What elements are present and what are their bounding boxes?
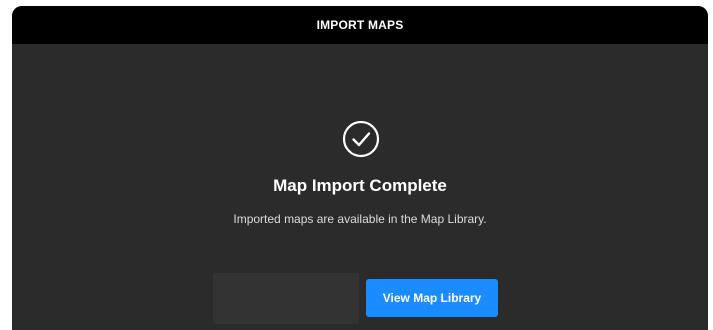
- view-map-library-button[interactable]: View Map Library: [366, 279, 498, 317]
- dialog-header: IMPORT MAPS: [12, 6, 708, 44]
- check-circle-icon: [342, 120, 380, 158]
- dialog-body: Map Import Complete Imported maps are av…: [12, 44, 708, 330]
- dialog-header-title: IMPORT MAPS: [316, 18, 404, 32]
- dialog-title: Map Import Complete: [273, 176, 447, 195]
- secondary-button[interactable]: [213, 273, 359, 324]
- import-maps-dialog: IMPORT MAPS Map Import Complete Imported…: [12, 6, 708, 330]
- dialog-message: Imported maps are available in the Map L…: [233, 212, 487, 226]
